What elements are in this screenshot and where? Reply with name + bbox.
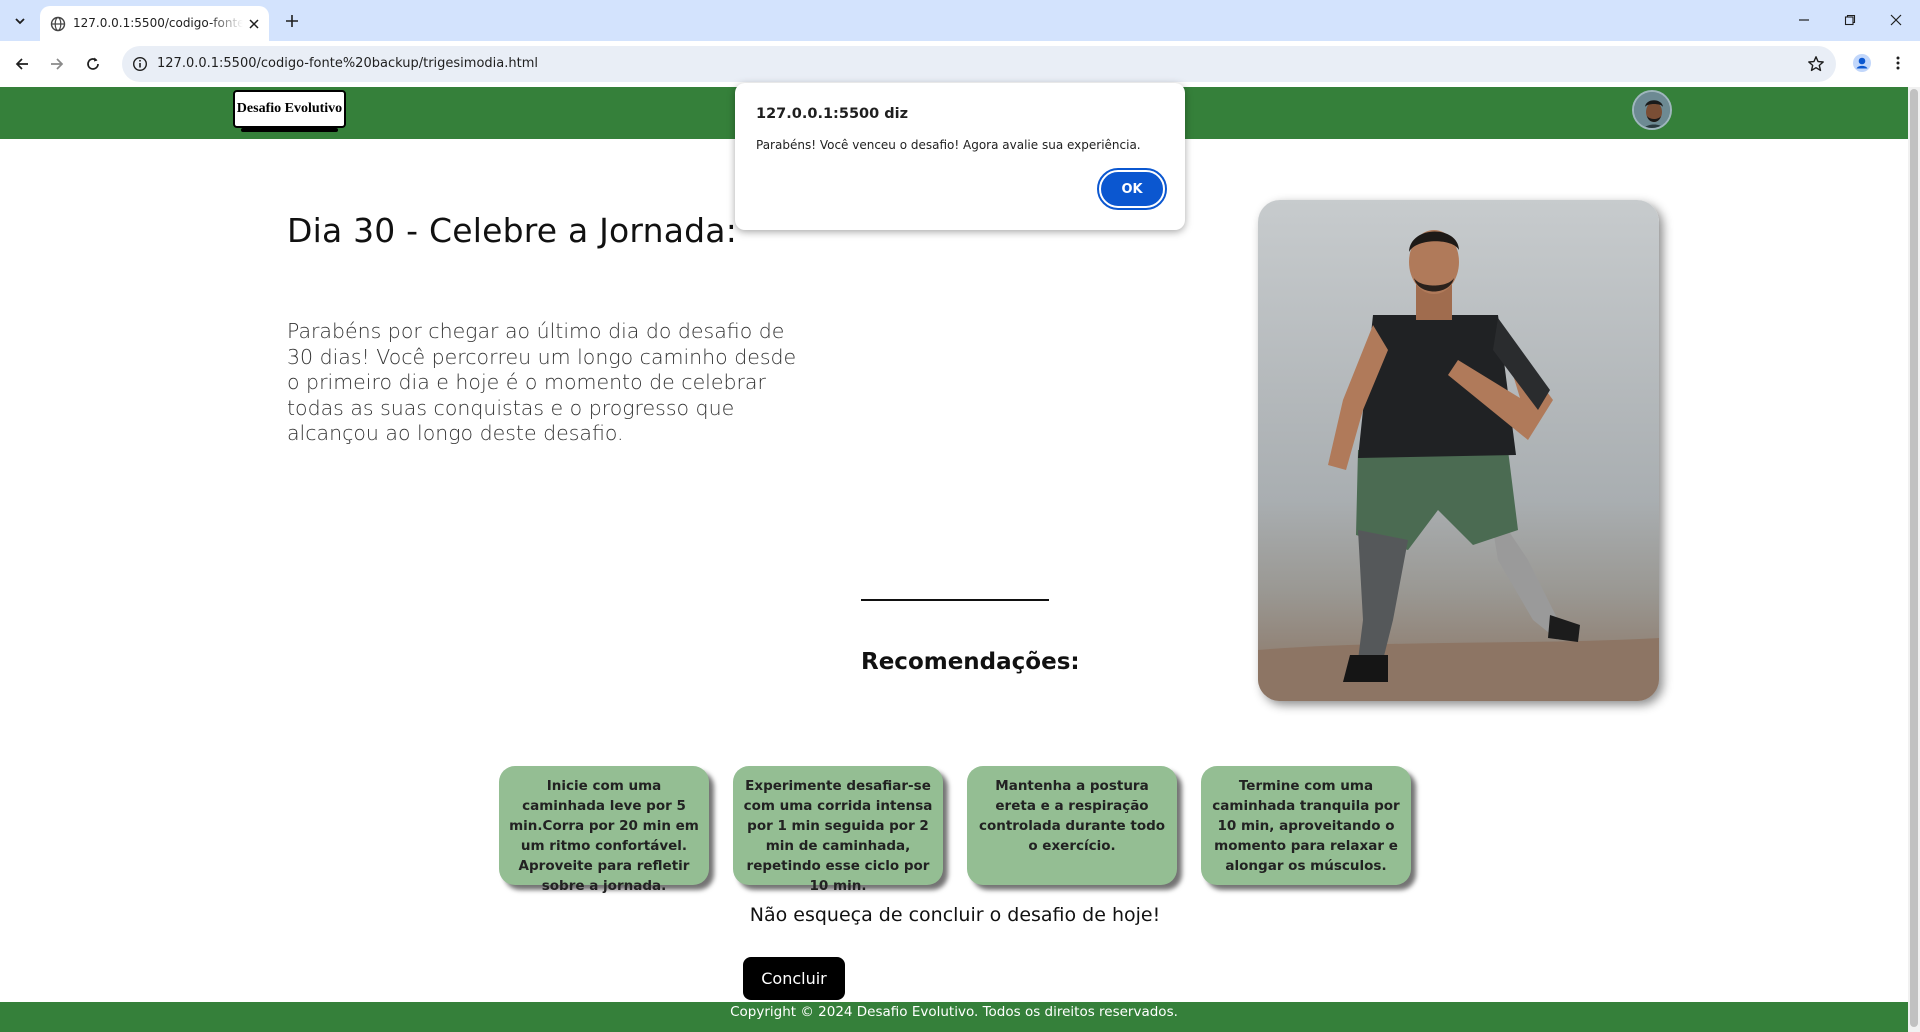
close-icon[interactable] <box>245 15 263 33</box>
tab-list-icon[interactable] <box>8 9 32 33</box>
concluir-button[interactable]: Concluir <box>743 957 845 1000</box>
plus-icon[interactable] <box>280 9 304 33</box>
ok-button[interactable]: OK <box>1097 168 1167 210</box>
site-logo[interactable]: Desafio Evolutivo <box>233 90 346 132</box>
star-icon[interactable] <box>1806 54 1826 74</box>
recommendation-card: Termine com uma caminhada tranquila por … <box>1201 766 1411 885</box>
reminder-text: Não esqueça de concluir o desafio de hoj… <box>749 904 1161 926</box>
dialog-message: Parabéns! Você venceu o desafio! Agora a… <box>756 138 1141 152</box>
scrollbar-thumb[interactable] <box>1910 89 1918 1027</box>
divider <box>861 599 1049 601</box>
forward-arrow-icon[interactable] <box>44 51 70 77</box>
profile-icon[interactable] <box>1848 49 1876 77</box>
alert-dialog: 127.0.0.1:5500 diz Parabéns! Você venceu… <box>735 83 1185 230</box>
close-window-icon[interactable] <box>1882 8 1910 32</box>
browser-toolbar: 127.0.0.1:5500/codigo-fonte%20backup/tri… <box>0 41 1920 87</box>
site-info-icon[interactable] <box>130 54 150 74</box>
recommendation-cards: Inicie com uma caminhada leve por 5 min.… <box>499 766 1415 894</box>
recommendations-title: Recomendações: <box>861 649 1080 675</box>
scrollbar[interactable] <box>1908 87 1920 1032</box>
recommendation-card: Inicie com uma caminhada leve por 5 min.… <box>499 766 709 894</box>
intro-paragraph: Parabéns por chegar ao último dia do des… <box>287 319 797 445</box>
avatar[interactable] <box>1632 90 1672 130</box>
minimize-icon[interactable] <box>1790 8 1818 32</box>
logo-text: Desafio Evolutivo <box>236 101 343 116</box>
restore-icon[interactable] <box>1836 8 1864 32</box>
tab-title: 127.0.0.1:5500/codigo-fonte backup/trige… <box>73 16 243 30</box>
globe-icon <box>50 16 66 32</box>
more-vert-icon[interactable] <box>1886 51 1910 75</box>
site-footer: Copyright © 2024 Desafio Evolutivo. Todo… <box>0 1002 1908 1032</box>
page-title: Dia 30 - Celebre a Jornada: <box>287 211 738 250</box>
runner-image <box>1258 200 1659 701</box>
recommendation-card: Experimente desafiar-se com uma corrida … <box>733 766 943 894</box>
browser-tab[interactable]: 127.0.0.1:5500/codigo-fonte backup/trige… <box>40 6 269 41</box>
reload-icon[interactable] <box>80 51 106 77</box>
recommendation-card: Mantenha a postura ereta e a respiração … <box>967 766 1177 885</box>
dialog-title: 127.0.0.1:5500 diz <box>756 106 909 122</box>
url-text: 127.0.0.1:5500/codigo-fonte%20backup/tri… <box>157 56 538 71</box>
address-bar[interactable]: 127.0.0.1:5500/codigo-fonte%20backup/tri… <box>122 46 1836 82</box>
back-arrow-icon[interactable] <box>9 51 35 77</box>
copyright-text: Copyright © 2024 Desafio Evolutivo. Todo… <box>730 1004 1178 1020</box>
tab-strip: 127.0.0.1:5500/codigo-fonte backup/trige… <box>0 0 1920 41</box>
